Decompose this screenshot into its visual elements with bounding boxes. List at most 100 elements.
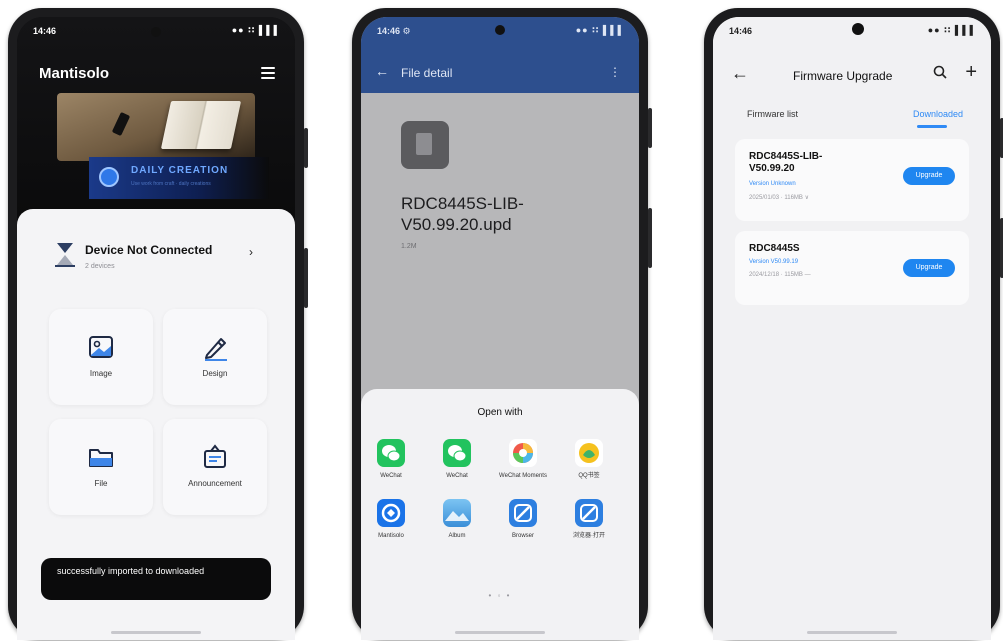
firmware-date-size: 2024/12/18 · 115MB — (749, 272, 811, 278)
tile-file-label: File (94, 479, 108, 488)
status-time: 14:46 (729, 26, 753, 36)
share-app-browser-open[interactable]: 浏览器·打开 (559, 499, 619, 540)
device-status-card[interactable]: Device Not Connected 2 devices › (45, 229, 267, 277)
menu-icon[interactable] (261, 67, 275, 82)
file-name: RDC8445S-LIB-V50.99.20.upd (401, 194, 524, 234)
camera-icon (495, 25, 505, 35)
status-icons: ●● ∶∶ ▌▌▌ (231, 25, 281, 35)
status-time: 14:46 ⚙ (377, 26, 411, 36)
file-size: 1.2M (401, 243, 417, 250)
volume-button (304, 128, 308, 168)
open-with-sheet: Open with WeChat WeChat WeChat Moments Q… (361, 389, 639, 640)
upgrade-button[interactable]: Upgrade (903, 259, 955, 277)
firmware-version: Version V50.99.19 (749, 259, 799, 265)
home-indicator[interactable] (807, 631, 897, 634)
camera-icon (852, 23, 864, 35)
image-icon (89, 336, 113, 358)
brand-tagline: Use work from craft · daily creations (131, 181, 211, 187)
back-arrow-icon[interactable]: ← (375, 63, 389, 79)
album-icon (443, 499, 471, 527)
browser-icon (509, 499, 537, 527)
camera-icon (151, 27, 161, 37)
share-app-wechat[interactable]: WeChat (361, 439, 421, 480)
search-icon[interactable] (933, 65, 947, 79)
device-status-title: Device Not Connected (85, 243, 213, 257)
document-icon (401, 121, 449, 169)
active-tab-indicator (917, 125, 947, 128)
import-success-toast: successfully imported to downloaded (41, 558, 271, 600)
firmware-header: 14:46 ●● ∶∶ ▌▌▌ ← Firmware Upgrade + Fir… (713, 17, 991, 141)
share-app-label: Mantisolo (378, 533, 404, 539)
volume-button (648, 108, 652, 148)
tile-file[interactable]: File (49, 419, 153, 515)
pen-icon (205, 338, 227, 361)
upgrade-button[interactable]: Upgrade (903, 167, 955, 185)
announcement-icon (204, 444, 226, 468)
share-app-label: WeChat (380, 473, 402, 479)
mantisolo-icon (377, 499, 405, 527)
share-app-browser[interactable]: Browser (493, 499, 553, 540)
tab-downloaded[interactable]: Downloaded (913, 109, 963, 119)
tile-design[interactable]: Design (163, 309, 267, 405)
share-app-label: WeChat (446, 473, 468, 479)
home-indicator[interactable] (111, 631, 201, 634)
folder-icon (89, 449, 113, 467)
share-app-label: WeChat Moments (499, 473, 547, 479)
banner-phone-image (112, 111, 131, 137)
chevron-right-icon[interactable]: › (249, 245, 253, 259)
power-button (304, 248, 308, 308)
share-app-label: QQ书签 (578, 473, 600, 479)
open-with-title: Open with (477, 407, 523, 418)
share-app-album[interactable]: Album (427, 499, 487, 540)
add-icon[interactable]: + (965, 61, 977, 84)
share-app-mantisolo[interactable]: Mantisolo (361, 499, 421, 540)
status-icons: ●● ∶∶ ▌▌▌ (927, 25, 977, 35)
firmware-name: RDC8445S-LIB-V50.99.20 (749, 151, 823, 174)
app-title: Mantisolo (39, 65, 109, 82)
tile-image-label: Image (89, 369, 113, 378)
tile-design-label: Design (202, 369, 228, 378)
wechat-icon (443, 439, 471, 467)
brand-name: DAILY CREATION (131, 165, 229, 176)
share-app-wechat-2[interactable]: WeChat (427, 439, 487, 480)
tab-firmware-list[interactable]: Firmware list (747, 109, 798, 119)
phone-frame-firmware: 14:46 ●● ∶∶ ▌▌▌ ← Firmware Upgrade + Fir… (704, 8, 1003, 640)
firmware-name: RDC8445S (749, 243, 800, 254)
more-options-icon[interactable]: ⋮ (609, 65, 621, 79)
share-app-wechat-moments[interactable]: WeChat Moments (493, 439, 553, 480)
tile-announcement[interactable]: Announcement (163, 419, 267, 515)
page-title: File detail (401, 66, 453, 80)
power-button (648, 208, 652, 268)
qq-bookmark-icon (575, 439, 603, 467)
browser-icon (575, 499, 603, 527)
file-detail-app-bar: 14:46 ⚙ ●● ∶∶ ▌▌▌ ← File detail ⋮ (361, 17, 639, 93)
status-time: 14:46 (33, 26, 57, 36)
share-app-label: 浏览器·打开 (573, 533, 605, 539)
page-title: Firmware Upgrade (793, 69, 893, 83)
phone-frame-home: 14:46 ●● ∶∶ ▌▌▌ Mantisolo DAILY CREATION… (8, 8, 308, 640)
share-app-label: Album (448, 533, 466, 539)
page-indicator-dots: • ◦ • (488, 591, 512, 600)
status-icons: ●● ∶∶ ▌▌▌ (575, 25, 625, 35)
device-count: 2 devices (85, 263, 115, 270)
firmware-upgrade-screen: 14:46 ●● ∶∶ ▌▌▌ ← Firmware Upgrade + Fir… (713, 17, 991, 640)
firmware-item[interactable]: RDC8445S-LIB-V50.99.20 Version Unknown 2… (735, 139, 969, 221)
hourglass-icon (55, 243, 75, 267)
wechat-icon (377, 439, 405, 467)
tile-image[interactable]: Image (49, 309, 153, 405)
home-screen: 14:46 ●● ∶∶ ▌▌▌ Mantisolo DAILY CREATION… (17, 17, 295, 640)
hero-banner-image (57, 93, 255, 161)
back-arrow-icon[interactable]: ← (731, 63, 749, 84)
share-app-label: Browser (511, 533, 534, 539)
firmware-version: Version Unknown (749, 181, 796, 187)
firmware-item[interactable]: RDC8445S Version V50.99.19 2024/12/18 · … (735, 231, 969, 305)
phone-frame-file-detail: 14:46 ⚙ ●● ∶∶ ▌▌▌ ← File detail ⋮ RDC844… (352, 8, 652, 640)
share-app-qq[interactable]: QQ书签 (559, 439, 619, 480)
moments-aperture-icon (509, 439, 537, 467)
brand-logo-icon (99, 167, 119, 187)
brand-banner: DAILY CREATION Use work from craft · dai… (89, 157, 269, 199)
tile-announcement-label: Announcement (188, 479, 242, 488)
banner-book-image (160, 101, 241, 149)
home-content: Device Not Connected 2 devices › Image D… (17, 209, 295, 640)
home-indicator[interactable] (455, 631, 545, 634)
